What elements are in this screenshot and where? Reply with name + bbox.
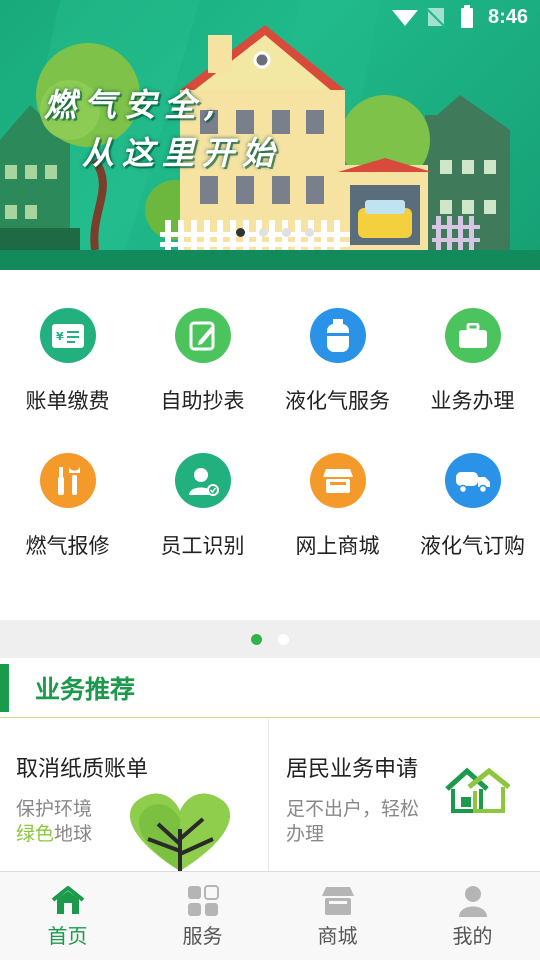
nav-label: 我的 <box>452 924 493 948</box>
houses-logo-image <box>445 767 511 813</box>
card-desc-green: 绿色 <box>16 823 55 845</box>
repair-tools-icon <box>39 453 96 508</box>
nav-label: 服务 <box>182 924 223 948</box>
service-label: 员工识别 <box>160 534 245 558</box>
nav-home[interactable]: 首页 <box>0 872 135 960</box>
banner-dot[interactable] <box>282 228 291 237</box>
card-title: 居民业务申请 <box>286 757 419 782</box>
banner-dot[interactable] <box>259 228 268 237</box>
service-label: 液化气服务 <box>285 389 390 413</box>
delivery-truck-icon <box>444 453 501 508</box>
service-bill-payment[interactable]: ¥ 账单缴费 <box>0 270 135 415</box>
bill-icon: ¥ <box>39 308 96 363</box>
card-desc-line2: 绿色地球 <box>16 822 92 847</box>
service-lpg-ordering[interactable]: 液化气订购 <box>405 415 540 560</box>
briefcase-icon <box>444 308 501 363</box>
service-self-meter-reading[interactable]: 自助抄表 <box>135 270 270 415</box>
nav-services[interactable]: 服务 <box>135 872 270 960</box>
service-gas-repair[interactable]: 燃气报修 <box>0 415 135 560</box>
card-title: 取消纸质账单 <box>16 757 149 782</box>
shop-icon <box>320 884 356 918</box>
service-grid-pager <box>0 620 540 658</box>
service-online-store[interactable]: 网上商城 <box>270 415 405 560</box>
bottom-navigation: 首页 服务 商城 我的 <box>0 871 540 960</box>
card-desc-line1: 足不出户，轻松 <box>286 798 420 820</box>
service-label: 账单缴费 <box>25 389 110 413</box>
recommend-cards: 取消纸质账单 保护环境 绿色地球 居民业务申请 足不出户，轻松 办理 <box>0 719 540 871</box>
service-lpg[interactable]: 液化气服务 <box>270 270 405 415</box>
green-heart-tree-image <box>129 793 231 871</box>
grid-page-dot[interactable] <box>278 633 289 645</box>
user-icon <box>455 884 491 918</box>
app-screen: 8:46 燃气安全, 从这里开始 ¥ 账单缴费 自助抄表 液化气服务 业务办理 … <box>0 0 540 960</box>
svg-text:¥: ¥ <box>56 330 64 343</box>
nav-profile[interactable]: 我的 <box>405 872 540 960</box>
service-label: 自助抄表 <box>160 389 245 413</box>
nav-shop[interactable]: 商城 <box>270 872 405 960</box>
card-description: 足不出户，轻松 办理 <box>286 797 419 847</box>
card-resident-service-application[interactable]: 居民业务申请 足不出户，轻松 办理 <box>270 719 540 871</box>
banner-dot[interactable] <box>305 228 314 237</box>
grid-page-dot[interactable] <box>251 633 262 645</box>
card-desc-line1: 保护环境 <box>16 798 93 820</box>
banner-slogan-line1: 燃气安全, <box>44 86 224 124</box>
banner-pager <box>236 228 314 237</box>
section-accent-bar <box>0 664 9 712</box>
section-title: 业务推荐 <box>35 675 136 704</box>
status-time: 8:46 <box>487 6 528 28</box>
card-desc-suffix: 地球 <box>54 823 93 845</box>
gas-cylinder-icon <box>309 308 366 363</box>
staff-id-icon <box>174 453 231 508</box>
promo-banner[interactable]: 8:46 燃气安全, 从这里开始 <box>0 0 540 270</box>
card-paperless-bill[interactable]: 取消纸质账单 保护环境 绿色地球 <box>0 719 269 871</box>
meter-note-icon <box>174 308 231 363</box>
nav-label: 首页 <box>47 924 88 948</box>
service-label: 网上商城 <box>295 534 380 558</box>
service-staff-identification[interactable]: 员工识别 <box>135 415 270 560</box>
card-description: 保护环境 绿色地球 <box>16 797 92 847</box>
service-label: 业务办理 <box>430 389 515 413</box>
service-grid: ¥ 账单缴费 自助抄表 液化气服务 业务办理 燃气报修 员工识别 网上商城 液化… <box>0 270 540 620</box>
store-icon <box>309 453 366 508</box>
home-icon <box>50 884 86 918</box>
nav-label: 商城 <box>317 924 358 948</box>
services-grid-icon <box>185 884 221 918</box>
status-bar: 8:46 <box>0 0 540 36</box>
service-business-handling[interactable]: 业务办理 <box>405 270 540 415</box>
banner-dot[interactable] <box>236 228 245 237</box>
recommend-section-header: 业务推荐 <box>0 658 540 718</box>
service-label: 液化气订购 <box>420 534 525 558</box>
service-label: 燃气报修 <box>25 534 110 558</box>
card-desc-line2: 办理 <box>286 823 325 845</box>
banner-slogan-line2: 从这里开始 <box>82 134 283 172</box>
